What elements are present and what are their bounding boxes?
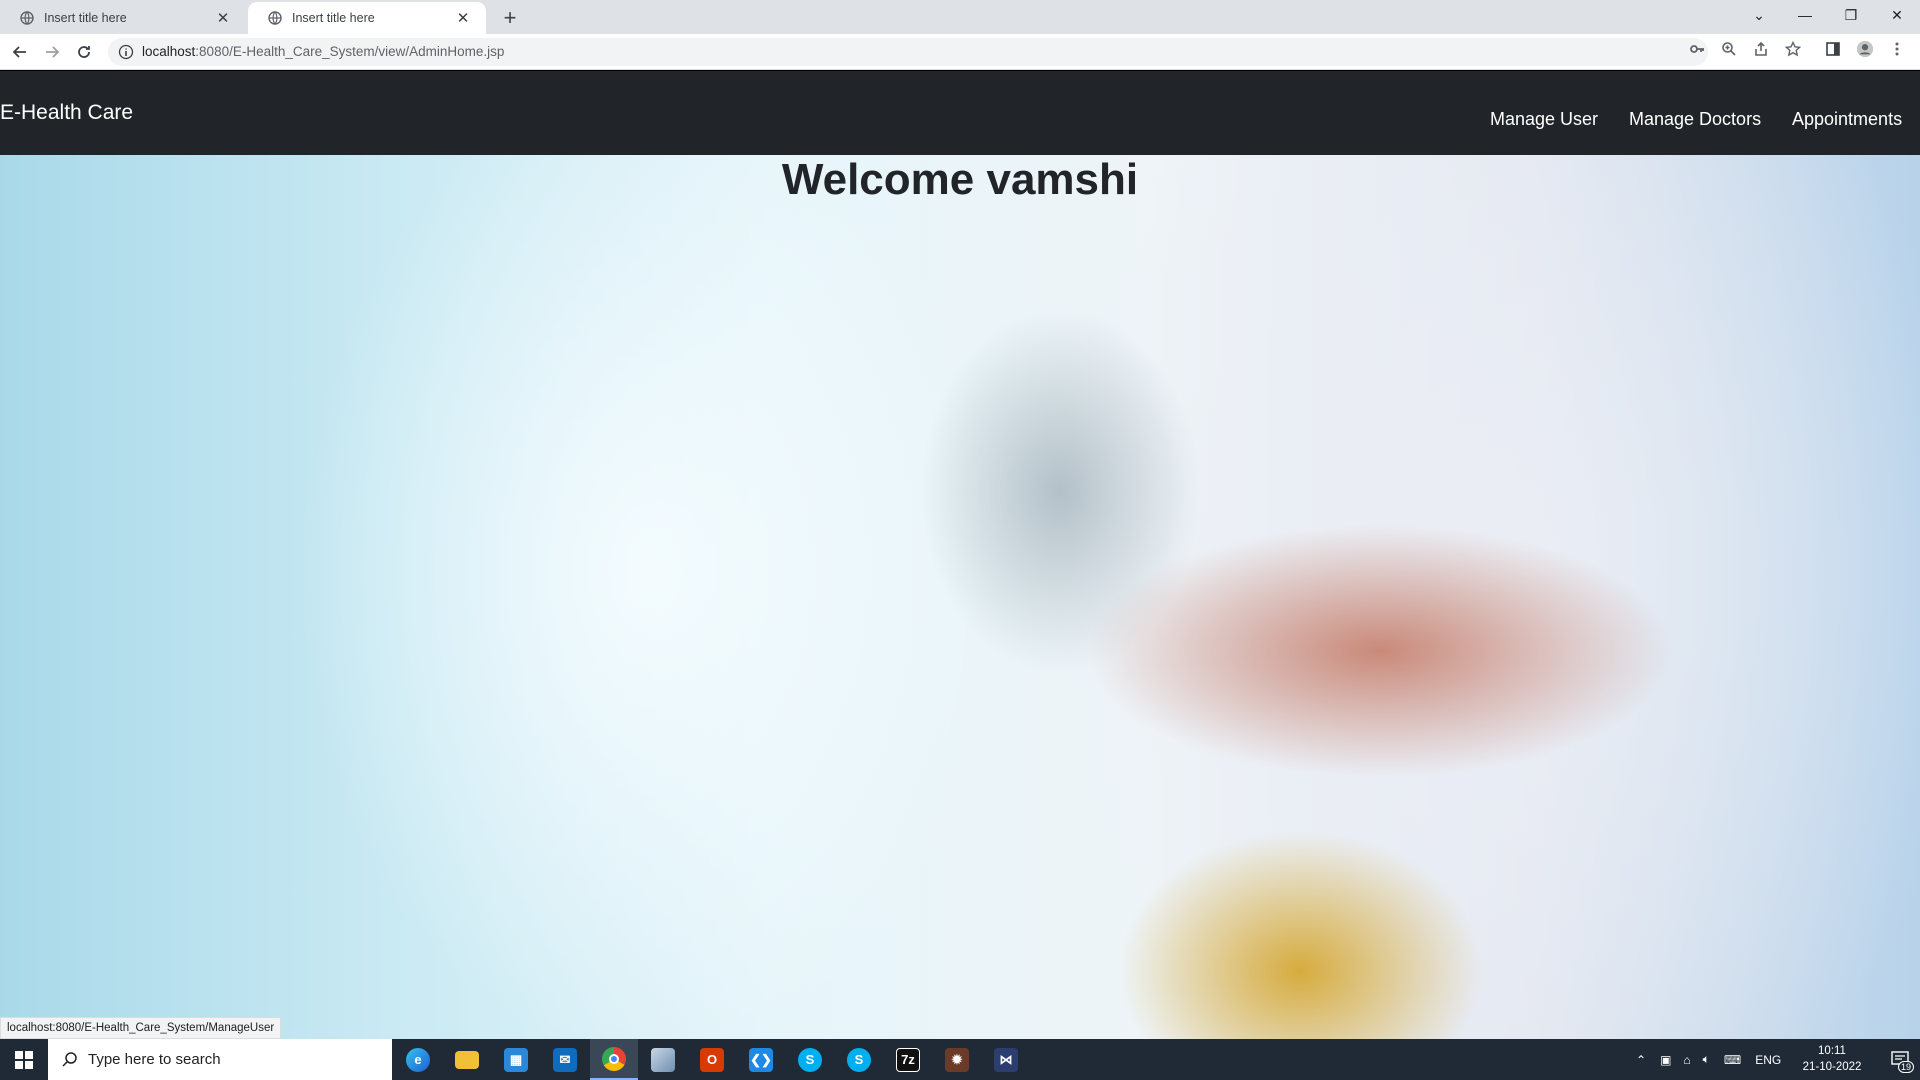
bookmark-star-icon[interactable] xyxy=(1784,40,1802,58)
store-icon[interactable]: ▦ xyxy=(492,1039,540,1080)
restore-icon[interactable]: ❐ xyxy=(1828,0,1874,30)
clock[interactable]: 10:11 21-10-2022 xyxy=(1792,1043,1872,1075)
brand-link[interactable]: E-Health Care xyxy=(0,101,133,125)
status-bar-url: localhost:8080/E-Health_Care_System/Mana… xyxy=(0,1017,282,1039)
skype-icon[interactable]: S xyxy=(786,1039,834,1080)
chevron-up-icon[interactable]: ⌃ xyxy=(1636,1053,1646,1067)
url-text: localhost:8080/E-Health_Care_System/view… xyxy=(142,44,504,59)
tab-title: Insert title here xyxy=(292,11,375,25)
navbar: E-Health Care Manage User Manage Doctors… xyxy=(0,71,1920,155)
reload-icon[interactable] xyxy=(70,38,98,66)
skype-icon[interactable]: S xyxy=(835,1039,883,1080)
info-icon[interactable] xyxy=(118,44,134,60)
browser-tab-1[interactable]: Insert title here ✕ xyxy=(0,2,246,34)
tab-strip: Insert title here ✕ Insert title here ✕ … xyxy=(0,0,1920,34)
close-tab-icon[interactable]: ✕ xyxy=(214,9,232,27)
new-tab-button[interactable]: + xyxy=(496,4,524,32)
security-icon[interactable]: ▣ xyxy=(1660,1053,1671,1067)
app-icon[interactable]: ⋈ xyxy=(982,1039,1030,1080)
search-placeholder: Type here to search xyxy=(88,1051,221,1068)
close-tab-icon[interactable]: ✕ xyxy=(454,9,472,27)
globe-icon xyxy=(268,11,282,25)
clock-time: 10:11 xyxy=(1818,1045,1846,1057)
notification-icon[interactable]: 19 xyxy=(1890,1049,1914,1073)
side-panel-icon[interactable] xyxy=(1824,40,1842,58)
browser-toolbar: localhost:8080/E-Health_Care_System/view… xyxy=(0,34,1920,70)
network-icon[interactable]: ⌂ xyxy=(1683,1053,1690,1067)
taskbar-search-input[interactable]: Type here to search xyxy=(48,1039,392,1080)
windows-taskbar: Type here to search e ▦ ✉ O ❮❯ S S 7z ✹ … xyxy=(0,1039,1920,1080)
page-title: Welcome vamshi xyxy=(781,155,1139,204)
language-indicator[interactable]: ENG xyxy=(1755,1053,1781,1067)
tab-title: Insert title here xyxy=(44,11,127,25)
close-window-icon[interactable]: ✕ xyxy=(1874,0,1920,30)
7zip-icon[interactable]: 7z xyxy=(884,1039,932,1080)
share-icon[interactable] xyxy=(1752,40,1770,58)
nav-manage-user[interactable]: Manage User xyxy=(1490,109,1598,130)
chrome-icon[interactable] xyxy=(590,1039,638,1080)
url-host: localhost xyxy=(142,44,196,59)
office-icon[interactable]: O xyxy=(688,1039,736,1080)
forward-icon[interactable] xyxy=(38,38,66,66)
minimize-icon[interactable]: — xyxy=(1782,0,1828,30)
file-explorer-icon[interactable] xyxy=(443,1039,491,1080)
browser-tab-2[interactable]: Insert title here ✕ xyxy=(248,2,486,34)
game-icon[interactable]: ✹ xyxy=(933,1039,981,1080)
notification-count: 19 xyxy=(1897,1061,1914,1073)
url-path: :8080/E-Health_Care_System/view/AdminHom… xyxy=(195,44,505,59)
nav-manage-doctors[interactable]: Manage Doctors xyxy=(1629,109,1761,130)
menu-kebab-icon[interactable] xyxy=(1888,40,1906,58)
app-icon[interactable] xyxy=(639,1039,687,1080)
system-tray: ⌃ ▣ ⌂ 🔈︎ ⌨ ENG xyxy=(1636,1039,1781,1080)
clock-date: 21-10-2022 xyxy=(1802,1061,1862,1073)
key-icon[interactable] xyxy=(1688,40,1706,58)
profile-avatar-icon[interactable] xyxy=(1856,40,1874,58)
globe-icon xyxy=(20,11,34,25)
back-icon[interactable] xyxy=(6,38,34,66)
page-viewport: E-Health Care Manage User Manage Doctors… xyxy=(0,71,1920,1039)
volume-icon[interactable]: 🔈︎ xyxy=(1703,1052,1710,1067)
nav-appointments[interactable]: Appointments xyxy=(1792,109,1902,130)
windows-start-icon[interactable] xyxy=(0,1039,48,1080)
mail-icon[interactable]: ✉ xyxy=(541,1039,589,1080)
keyboard-icon[interactable]: ⌨ xyxy=(1724,1053,1741,1067)
address-bar[interactable]: localhost:8080/E-Health_Care_System/view… xyxy=(108,38,1708,66)
tab-search-icon[interactable]: ⌄ xyxy=(1736,0,1782,30)
search-icon xyxy=(62,1051,78,1067)
edge-icon[interactable]: e xyxy=(394,1039,442,1080)
vscode-icon[interactable]: ❮❯ xyxy=(737,1039,785,1080)
zoom-icon[interactable] xyxy=(1720,40,1738,58)
